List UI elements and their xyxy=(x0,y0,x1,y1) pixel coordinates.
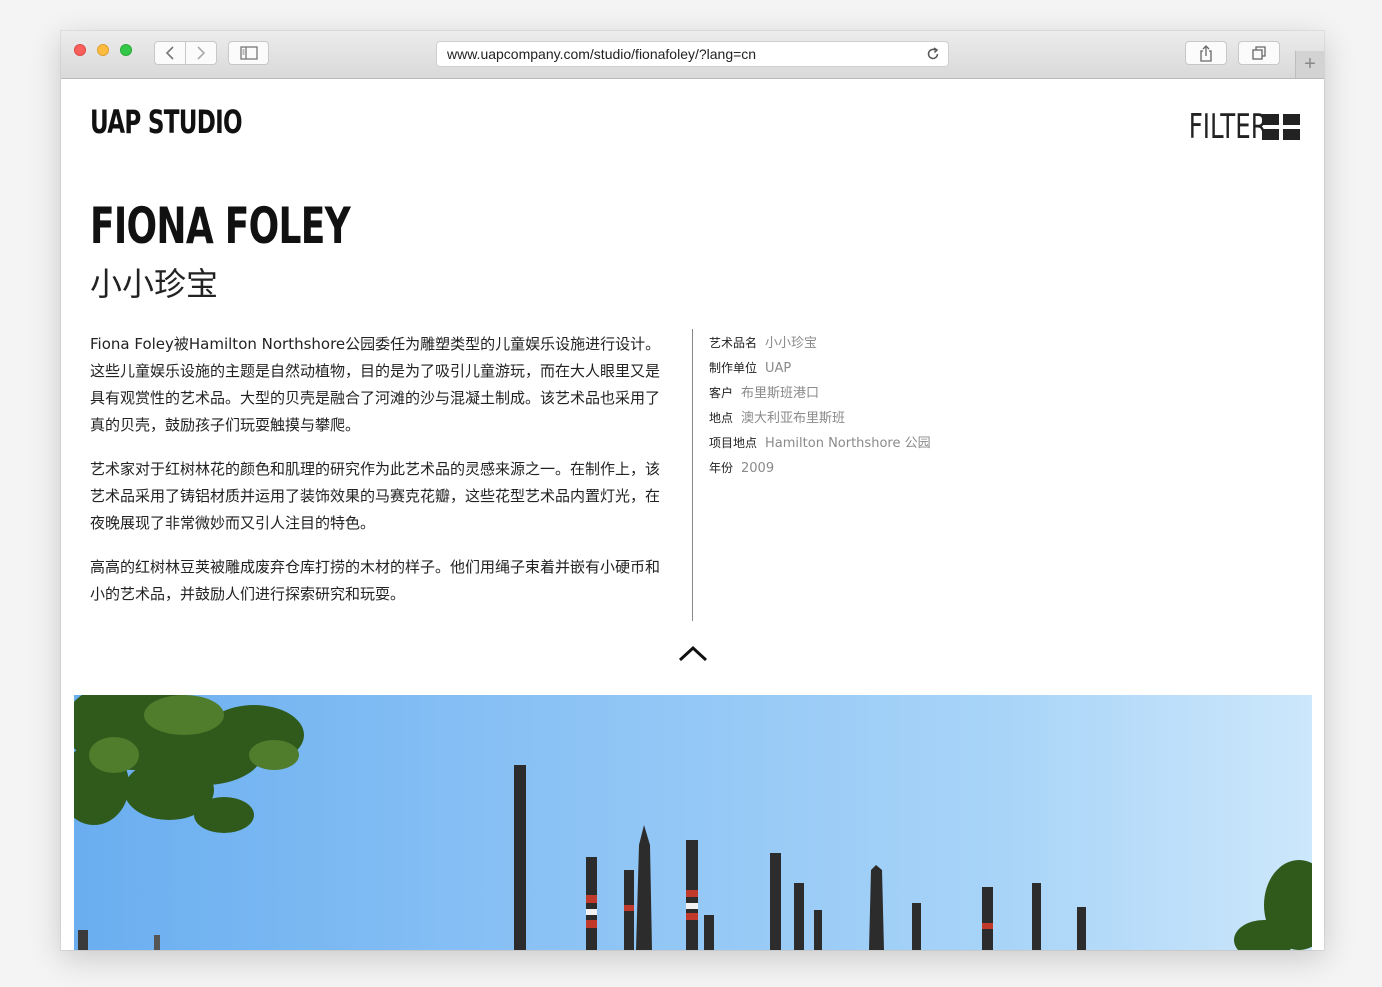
detail-value: 小小珍宝 xyxy=(765,336,818,351)
site-logo[interactable]: UAP STUDIO xyxy=(90,103,243,141)
forward-button[interactable] xyxy=(185,41,217,65)
detail-location: 地点 澳大利亚布里斯班 xyxy=(709,404,931,429)
project-photo xyxy=(74,695,1312,950)
address-bar[interactable]: www.uapcompany.com/studio/fionafoley/?la… xyxy=(436,41,949,67)
share-icon xyxy=(1200,44,1212,62)
detail-artwork-name: 艺术品名 小小珍宝 xyxy=(709,329,931,354)
description-paragraph: Fiona Foley被Hamilton Northshore公园委任为雕塑类型… xyxy=(90,335,661,434)
detail-value: 2009 xyxy=(741,461,775,476)
detail-label: 年份 xyxy=(709,461,734,475)
detail-value: 布里斯班港口 xyxy=(741,386,820,401)
browser-toolbar: www.uapcompany.com/studio/fionafoley/?la… xyxy=(61,31,1324,79)
close-window-button[interactable] xyxy=(74,44,86,56)
detail-year: 年份 2009 xyxy=(709,454,931,479)
zoom-window-button[interactable] xyxy=(120,44,132,56)
detail-client: 客户 布里斯班港口 xyxy=(709,379,931,404)
back-button[interactable] xyxy=(154,41,186,65)
detail-value: 澳大利亚布里斯班 xyxy=(741,411,846,426)
detail-label: 客户 xyxy=(709,386,734,400)
page-title: FIONA FOLEY xyxy=(90,197,351,255)
detail-project-site: 项目地点 Hamilton Northshore 公园 xyxy=(709,429,931,454)
description-paragraph: 高高的红树林豆荚被雕成废弃仓库打捞的木材的样子。他们用绳子束着并嵌有小硬币和小的… xyxy=(90,558,661,603)
url-text: www.uapcompany.com/studio/fionafoley/?la… xyxy=(447,46,757,62)
chevron-right-icon xyxy=(197,46,205,60)
chevron-left-icon xyxy=(165,46,174,60)
filter-label: FILTER xyxy=(1188,107,1268,147)
detail-value: UAP xyxy=(765,361,792,376)
sidebar-toggle-button[interactable] xyxy=(228,41,269,65)
detail-label: 艺术品名 xyxy=(709,336,758,350)
description-paragraph: 艺术家对于红树林花的颜色和肌理的研究作为此艺术品的灵感来源之一。在制作上，该艺术… xyxy=(90,460,661,532)
show-tabs-button[interactable] xyxy=(1238,41,1280,65)
minimize-window-button[interactable] xyxy=(97,44,109,56)
detail-label: 项目地点 xyxy=(709,436,758,450)
chevron-up-icon[interactable] xyxy=(679,645,707,661)
tabs-icon xyxy=(1252,46,1266,60)
filter-button[interactable]: FILTER xyxy=(1158,107,1300,147)
sculpture-photo-illustration xyxy=(74,695,1312,950)
browser-window: www.uapcompany.com/studio/fionafoley/?la… xyxy=(61,31,1324,950)
detail-value: Hamilton Northshore 公园 xyxy=(765,436,931,451)
project-details: 艺术品名 小小珍宝 制作单位 UAP 客户 布里斯班港口 地点 澳大利亚布里斯班 项目地… xyxy=(709,329,931,479)
detail-label: 制作单位 xyxy=(709,361,758,375)
column-divider xyxy=(692,329,693,621)
detail-producer: 制作单位 UAP xyxy=(709,354,931,379)
share-button[interactable] xyxy=(1185,41,1227,65)
page-subtitle: 小小珍宝 xyxy=(90,265,219,303)
history-nav xyxy=(154,41,217,65)
sidebar-icon xyxy=(239,46,258,60)
new-tab-button[interactable]: + xyxy=(1295,51,1324,78)
page-content: UAP STUDIO FILTER FIONA FOLEY 小小珍宝 Fiona… xyxy=(61,79,1324,950)
reload-icon[interactable] xyxy=(926,47,940,61)
project-description: Fiona Foley被Hamilton Northshore公园委任为雕塑类型… xyxy=(90,331,670,625)
detail-label: 地点 xyxy=(709,411,734,425)
